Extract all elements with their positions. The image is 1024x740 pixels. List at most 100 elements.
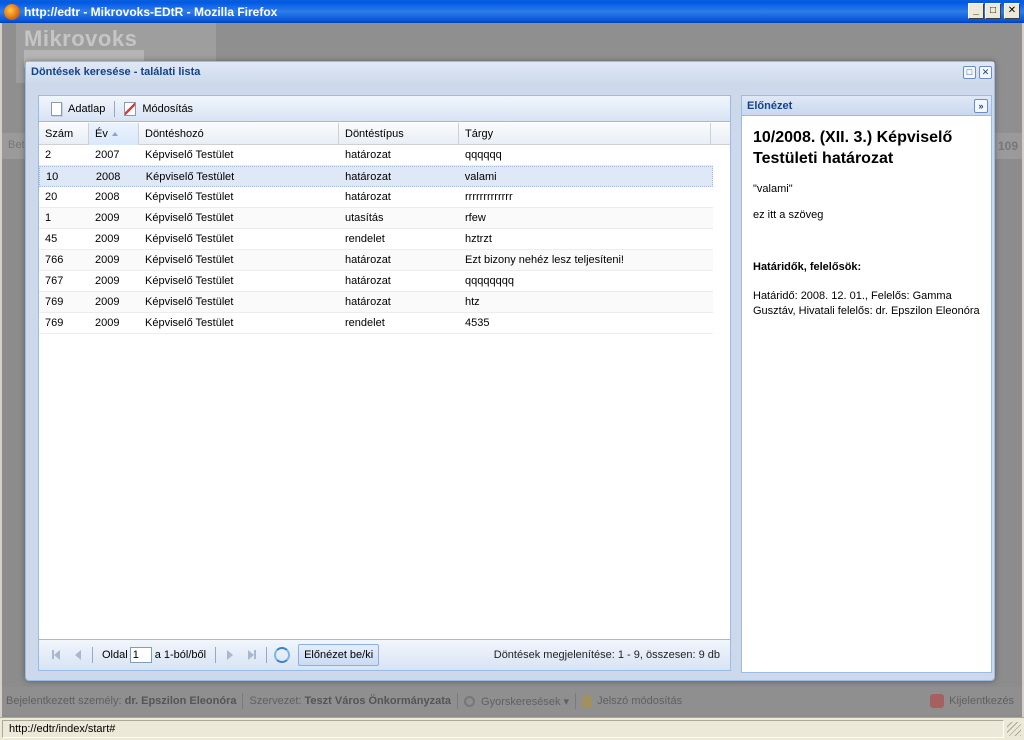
page-number-input[interactable] — [129, 647, 152, 663]
cell-szam: 769 — [45, 317, 64, 329]
column-header-ev[interactable]: Év — [89, 123, 139, 145]
footer-separator — [242, 693, 244, 709]
cell-donteshozo: Képviselő Testület — [145, 275, 234, 287]
cell-szam: 2 — [45, 149, 52, 161]
pencil-icon — [124, 101, 137, 116]
collapse-right-icon[interactable]: » — [974, 99, 988, 113]
browser-statusbar: http://edtr/index/start# — [0, 717, 1024, 740]
cell-targy: 4535 — [465, 317, 490, 329]
cell-ev: 2009 — [95, 275, 120, 287]
window-titlebar: http://edtr - Mikrovoks-EDtR - Mozilla F… — [0, 0, 1024, 23]
cell-targy: Ezt bizony nehéz lesz teljesíteni! — [465, 254, 624, 266]
edit-button[interactable]: Módosítás — [118, 98, 199, 120]
preview-quote: "valami" — [753, 183, 793, 195]
power-icon — [930, 694, 945, 708]
datasheet-button[interactable]: Adatlap — [45, 98, 111, 120]
cell-targy: hztrzt — [465, 233, 492, 245]
refresh-icon[interactable] — [274, 647, 291, 663]
status-url: http://edtr/index/start# — [2, 720, 1004, 738]
cell-targy: qqqqqq — [465, 149, 502, 161]
cell-donteshozo: Képviselő Testület — [145, 233, 234, 245]
preview-body: 10/2008. (XII. 3.) Képviselő Testületi h… — [753, 127, 983, 319]
prev-page-icon[interactable] — [70, 647, 86, 663]
preview-title: 10/2008. (XII. 3.) Képviselő Testületi h… — [753, 129, 953, 167]
cell-dontestipus: határozat — [345, 254, 391, 266]
next-page-icon[interactable] — [222, 647, 238, 663]
column-header-dontestipus[interactable]: Döntéstípus — [339, 123, 459, 145]
column-header-szam[interactable]: Szám — [39, 123, 89, 145]
grid-header: Szám Év Döntéshozó Döntéstípus Tárgy — [39, 123, 730, 145]
toolbar-separator — [215, 647, 217, 663]
org-name: Teszt Város Önkormányzata — [304, 695, 452, 707]
table-row[interactable]: 769 2009 Képviselő Testület rendelet 4535 — [39, 313, 713, 334]
logged-user: dr. Epszilon Eleonóra — [124, 695, 237, 707]
resize-grip-icon[interactable] — [1007, 722, 1021, 736]
preview-text: ez itt a szöveg — [753, 209, 824, 221]
table-row[interactable]: 767 2009 Képviselő Testület határozat qqqqqq… — [39, 271, 713, 292]
logout-button[interactable]: Kijelentkezés — [930, 694, 1014, 708]
column-header-ev-label: Év — [95, 128, 108, 140]
close-dialog-icon[interactable]: ✕ — [979, 66, 992, 79]
minimize-icon[interactable]: _ — [968, 3, 984, 19]
preview-header: Előnézet » — [742, 96, 991, 116]
search-icon — [464, 695, 476, 707]
cell-ev: 2008 — [95, 171, 121, 183]
page-of-label: a 1-ból/ből — [154, 649, 207, 661]
dialog-title: Döntések keresése - találati lista — [31, 66, 201, 78]
page-label: Oldal — [102, 649, 128, 661]
cell-dontestipus: rendelet — [345, 233, 385, 245]
last-page-icon[interactable] — [244, 647, 260, 663]
column-header-donteshozo[interactable]: Döntéshozó — [139, 123, 339, 145]
table-row[interactable]: 10 2008 Képviselő Testület határozat valami — [39, 166, 713, 187]
cell-donteshozo: Képviselő Testület — [145, 191, 234, 203]
table-row[interactable]: 769 2009 Képviselő Testület határozat htz — [39, 292, 713, 313]
document-icon — [51, 101, 62, 116]
app-logo: Mikrovoks — [24, 26, 138, 51]
maximize-dialog-icon[interactable]: □ — [963, 66, 976, 79]
toolbar-separator — [266, 647, 268, 663]
cell-dontestipus: utasítás — [345, 212, 384, 224]
cell-szam: 766 — [45, 254, 64, 266]
close-window-icon[interactable]: ✕ — [1004, 3, 1020, 19]
cell-donteshozo: Képviselő Testület — [145, 317, 234, 329]
cell-dontestipus: határozat — [345, 149, 391, 161]
cell-targy: htz — [465, 296, 480, 308]
table-row[interactable]: 2 2007 Képviselő Testület határozat qqqqqq — [39, 145, 713, 166]
cell-szam: 767 — [45, 275, 64, 287]
cell-ev: 2009 — [95, 212, 120, 224]
cell-dontestipus: határozat — [345, 275, 391, 287]
preview-panel: Előnézet » 10/2008. (XII. 3.) Képviselő … — [741, 95, 992, 673]
cell-ev: 2009 — [95, 233, 120, 245]
preview-subheading: Határidők, felelősök: — [753, 261, 862, 273]
org-label: Szervezet: — [249, 695, 302, 707]
maximize-icon[interactable]: □ — [985, 3, 1001, 19]
table-row[interactable]: 20 2008 Képviselő Testület határozat rrrrrrr… — [39, 187, 713, 208]
app-footer: Bejelentkezett személy: dr. Epszilon Ele… — [2, 687, 1022, 715]
table-row[interactable]: 45 2009 Képviselő Testület rendelet hztrzt — [39, 229, 713, 250]
password-change-link[interactable]: Jelszó módosítás — [597, 695, 682, 707]
cell-dontestipus: határozat — [345, 171, 392, 183]
quick-search-menu[interactable]: Gyorskeresések ▾ — [481, 695, 569, 708]
table-row[interactable]: 1 2009 Képviselő Testület utasítás rfew — [39, 208, 713, 229]
cell-szam: 45 — [45, 233, 58, 245]
first-page-icon[interactable] — [48, 647, 64, 663]
cell-targy: valami — [464, 171, 497, 183]
logged-label: Bejelentkezett személy: — [6, 695, 122, 707]
footer-separator — [575, 693, 577, 709]
column-header-targy[interactable]: Tárgy — [459, 123, 711, 145]
grid-toolbar: Adatlap Módosítás — [39, 96, 730, 122]
cell-ev: 2007 — [95, 149, 120, 161]
preview-toggle-button[interactable]: Előnézet be/ki — [298, 644, 380, 666]
cell-donteshozo: Képviselő Testület — [145, 296, 234, 308]
app-band-left-text: Bet — [8, 139, 25, 151]
cell-dontestipus: határozat — [345, 296, 391, 308]
grid-body: 2 2007 Képviselő Testület határozat qqqqqq 10… — [39, 145, 730, 639]
lock-icon — [582, 695, 593, 707]
cell-donteshozo: Képviselő Testület — [145, 171, 235, 183]
cell-dontestipus: határozat — [345, 191, 391, 203]
results-grid-panel: Adatlap Módosítás Szám Év Döntéshozó Dön… — [38, 95, 731, 671]
cell-szam: 769 — [45, 296, 64, 308]
edit-label: Módosítás — [142, 102, 194, 115]
firefox-icon — [4, 3, 20, 20]
table-row[interactable]: 766 2009 Képviselő Testület határozat Ezt bi… — [39, 250, 713, 271]
